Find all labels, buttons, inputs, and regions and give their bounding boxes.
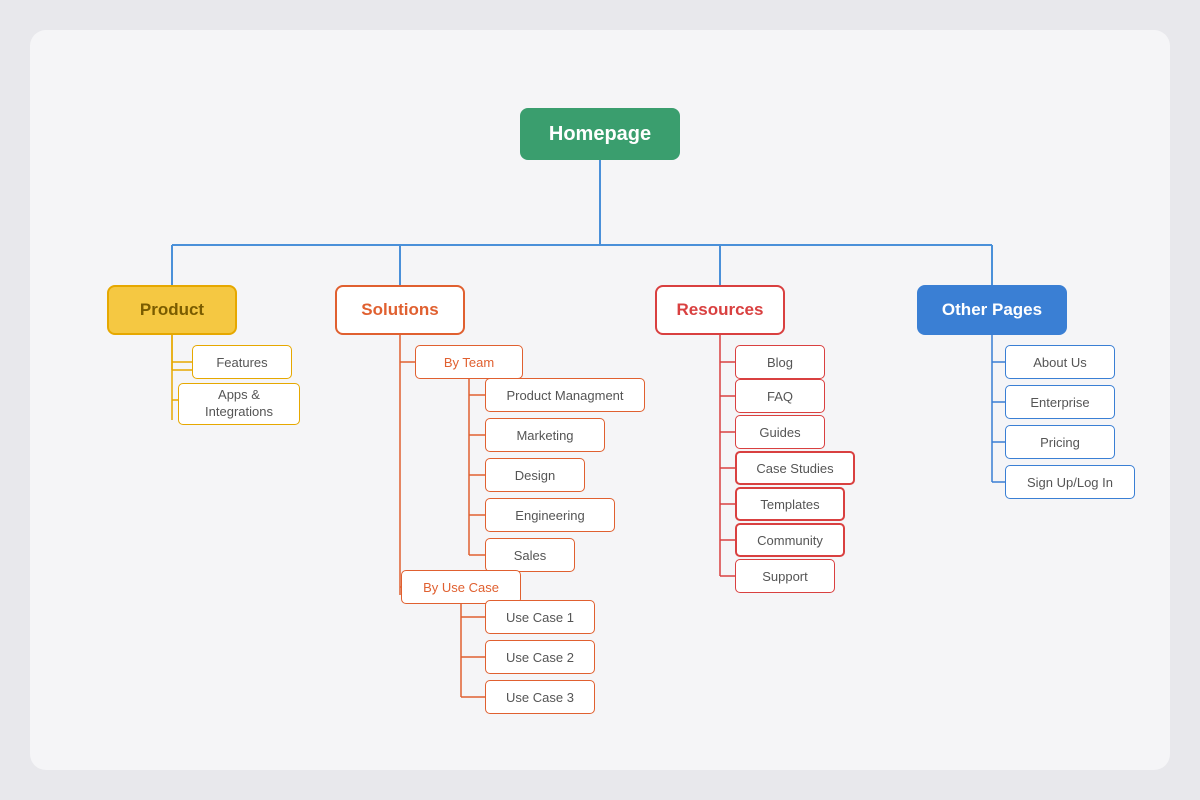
resources-node[interactable]: Resources <box>655 285 785 335</box>
pricing-node[interactable]: Pricing <box>1005 425 1115 459</box>
solutions-node[interactable]: Solutions <box>335 285 465 335</box>
root-label: Homepage <box>549 123 651 146</box>
features-label: Features <box>216 355 267 370</box>
product-label: Product <box>140 300 204 320</box>
otherpages-label: Other Pages <box>942 300 1042 320</box>
community-node[interactable]: Community <box>735 523 845 557</box>
byteam-label: By Team <box>444 355 494 370</box>
guides-node[interactable]: Guides <box>735 415 825 449</box>
usecase3-label: Use Case 3 <box>506 690 574 705</box>
usecase2-node[interactable]: Use Case 2 <box>485 640 595 674</box>
productmgmt-label: Product Managment <box>506 388 623 403</box>
diagram-container: Homepage Product Features Apps & Integra… <box>30 30 1170 770</box>
usecase3-node[interactable]: Use Case 3 <box>485 680 595 714</box>
engineering-label: Engineering <box>515 508 584 523</box>
blog-label: Blog <box>767 355 793 370</box>
byusecase-label: By Use Case <box>423 580 499 595</box>
engineering-node[interactable]: Engineering <box>485 498 615 532</box>
aboutus-node[interactable]: About Us <box>1005 345 1115 379</box>
sales-label: Sales <box>514 548 547 563</box>
byusecase-node[interactable]: By Use Case <box>401 570 521 604</box>
productmgmt-node[interactable]: Product Managment <box>485 378 645 412</box>
design-node[interactable]: Design <box>485 458 585 492</box>
byteam-node[interactable]: By Team <box>415 345 523 379</box>
usecase1-node[interactable]: Use Case 1 <box>485 600 595 634</box>
sales-node[interactable]: Sales <box>485 538 575 572</box>
marketing-label: Marketing <box>516 428 573 443</box>
pricing-label: Pricing <box>1040 435 1080 450</box>
enterprise-node[interactable]: Enterprise <box>1005 385 1115 419</box>
usecase2-label: Use Case 2 <box>506 650 574 665</box>
aboutus-label: About Us <box>1033 355 1086 370</box>
support-label: Support <box>762 569 808 584</box>
usecase1-label: Use Case 1 <box>506 610 574 625</box>
features-node[interactable]: Features <box>192 345 292 379</box>
templates-node[interactable]: Templates <box>735 487 845 521</box>
apps-label: Apps & Integrations <box>187 387 291 421</box>
solutions-label: Solutions <box>361 300 438 320</box>
root-node[interactable]: Homepage <box>520 108 680 160</box>
signup-label: Sign Up/Log In <box>1027 475 1113 490</box>
signup-node[interactable]: Sign Up/Log In <box>1005 465 1135 499</box>
resources-label: Resources <box>677 300 764 320</box>
templates-label: Templates <box>760 497 819 512</box>
faq-label: FAQ <box>767 389 793 404</box>
marketing-node[interactable]: Marketing <box>485 418 605 452</box>
otherpages-node[interactable]: Other Pages <box>917 285 1067 335</box>
product-node[interactable]: Product <box>107 285 237 335</box>
community-label: Community <box>757 533 823 548</box>
blog-node[interactable]: Blog <box>735 345 825 379</box>
casestudies-label: Case Studies <box>756 461 833 476</box>
enterprise-label: Enterprise <box>1030 395 1089 410</box>
apps-node[interactable]: Apps & Integrations <box>178 383 300 425</box>
design-label: Design <box>515 468 555 483</box>
faq-node[interactable]: FAQ <box>735 379 825 413</box>
casestudies-node[interactable]: Case Studies <box>735 451 855 485</box>
support-node[interactable]: Support <box>735 559 835 593</box>
guides-label: Guides <box>759 425 800 440</box>
